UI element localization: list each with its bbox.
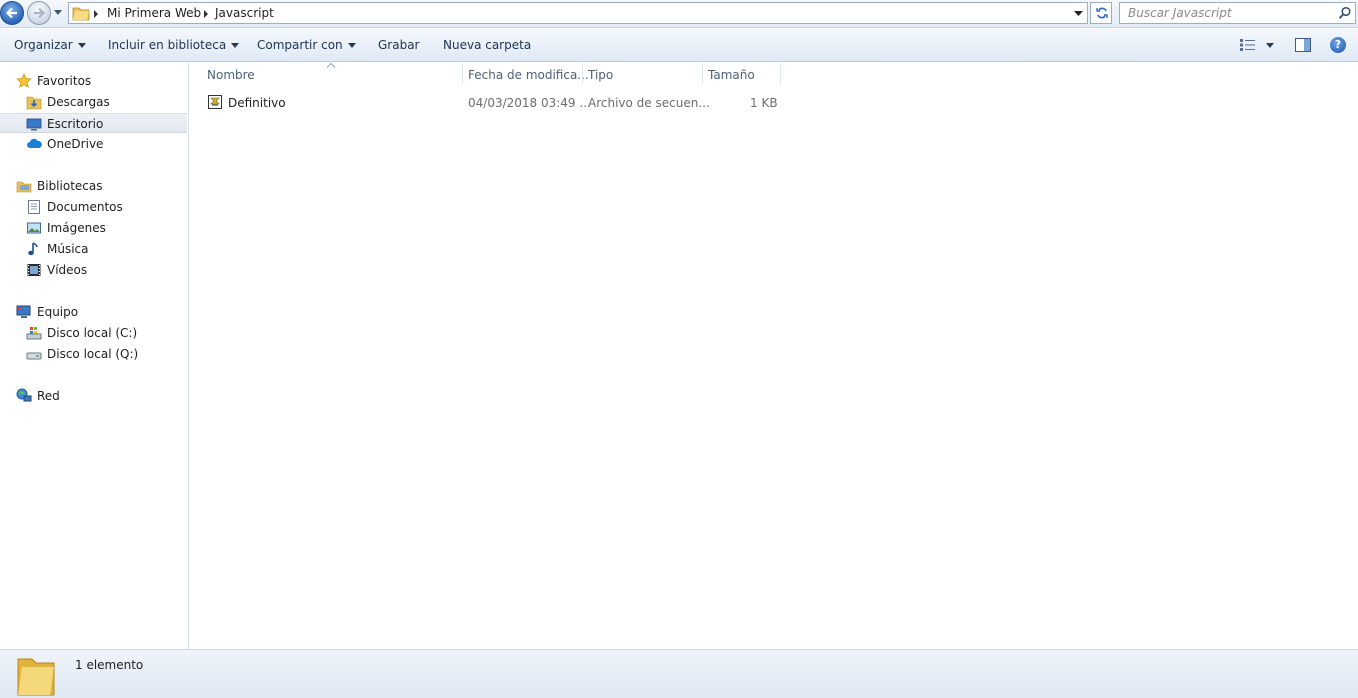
file-row[interactable]: Definitivo 04/03/2018 03:49 ... Archivo …	[204, 93, 782, 113]
system-drive-icon	[26, 327, 42, 340]
videos-icon	[27, 264, 41, 276]
nav-item-label: Documentos	[47, 200, 123, 214]
refresh-button[interactable]	[1090, 2, 1112, 24]
column-header-label: Nombre	[207, 68, 255, 82]
nav-favorites[interactable]: Favoritos	[0, 71, 187, 91]
arrow-left-icon	[5, 7, 17, 19]
navigation-pane: Favoritos Descargas Escritorio OneDrive …	[0, 63, 189, 649]
nav-item-label: Disco local (Q:)	[47, 347, 139, 361]
chevron-right-icon[interactable]	[203, 10, 209, 18]
column-header-size[interactable]: Tamaño	[703, 63, 781, 85]
column-header-name[interactable]: Nombre	[190, 63, 463, 85]
share-with-button[interactable]: Compartir con	[257, 38, 356, 52]
nav-item-videos[interactable]: Vídeos	[0, 260, 187, 280]
organize-label: Organizar	[14, 38, 73, 52]
nav-item-documentos[interactable]: Documentos	[0, 197, 187, 217]
libraries-icon	[16, 181, 32, 193]
item-count: 1 elemento	[75, 658, 144, 672]
column-header-date[interactable]: Fecha de modifica...	[463, 63, 589, 85]
include-library-button[interactable]: Incluir en biblioteca	[108, 38, 240, 52]
new-folder-button[interactable]: Nueva carpeta	[443, 38, 531, 52]
organize-button[interactable]: Organizar	[14, 38, 86, 52]
search-input[interactable]	[1120, 3, 1320, 23]
nav-item-label: OneDrive	[47, 137, 104, 151]
nav-item-descargas[interactable]: Descargas	[0, 92, 187, 112]
network-icon	[16, 388, 32, 402]
pictures-icon	[27, 222, 41, 234]
burn-button[interactable]: Grabar	[378, 38, 420, 52]
file-size: 1 KB	[750, 96, 778, 110]
search-box[interactable]	[1119, 2, 1356, 24]
nav-item-label: Imágenes	[47, 221, 106, 235]
computer-icon	[16, 305, 31, 318]
address-bar[interactable]: Mi Primera Web Javascript	[68, 2, 1088, 24]
command-toolbar: Organizar Incluir en biblioteca Comparti…	[0, 29, 1358, 62]
nav-libraries[interactable]: Bibliotecas	[0, 176, 187, 196]
nav-libraries-label: Bibliotecas	[37, 179, 103, 193]
cloud-icon	[27, 138, 42, 148]
caret-down-icon	[347, 43, 356, 48]
file-list: Nombre Fecha de modifica... Tipo Tamaño …	[190, 63, 1358, 649]
search-icon[interactable]	[1338, 6, 1352, 20]
nav-computer[interactable]: Equipo	[0, 302, 187, 322]
view-dropdown-icon[interactable]	[1266, 43, 1274, 48]
preview-pane-icon[interactable]	[1295, 38, 1311, 52]
column-header-label: Tipo	[588, 68, 614, 82]
arrow-right-icon	[34, 7, 46, 19]
file-name: Definitivo	[228, 96, 286, 110]
nav-item-musica[interactable]: Música	[0, 239, 187, 259]
nav-item-label: Vídeos	[47, 263, 88, 277]
breadcrumb-item[interactable]: Mi Primera Web	[107, 6, 201, 20]
nav-network[interactable]: Red	[0, 386, 187, 406]
documents-icon	[28, 200, 40, 214]
history-dropdown-icon[interactable]	[53, 9, 63, 17]
nav-item-label: Escritorio	[47, 117, 104, 131]
share-with-label: Compartir con	[257, 38, 343, 52]
address-dropdown-icon[interactable]	[1074, 10, 1083, 17]
address-bar-row: Mi Primera Web Javascript	[0, 0, 1358, 28]
drive-icon	[26, 352, 42, 360]
include-library-label: Incluir en biblioteca	[108, 38, 227, 52]
details-pane: 1 elemento	[0, 649, 1358, 698]
back-button[interactable]	[0, 1, 24, 25]
nav-item-label: Descargas	[47, 95, 110, 109]
column-header-label: Fecha de modifica...	[468, 68, 589, 82]
music-icon	[28, 242, 38, 256]
caret-down-icon	[77, 43, 86, 48]
help-icon[interactable]: ?	[1330, 37, 1346, 53]
nav-item-label: Música	[47, 242, 89, 256]
nav-favorites-label: Favoritos	[37, 74, 92, 88]
nav-network-label: Red	[37, 389, 60, 403]
star-icon	[16, 73, 32, 88]
chevron-right-icon[interactable]	[93, 10, 99, 18]
nav-item-label: Disco local (C:)	[47, 326, 138, 340]
view-options-icon[interactable]	[1240, 39, 1256, 51]
folder-icon	[17, 658, 55, 696]
breadcrumb-item[interactable]: Javascript	[215, 6, 274, 20]
nav-computer-label: Equipo	[37, 305, 79, 319]
folder-icon	[72, 7, 90, 21]
desktop-icon	[26, 118, 42, 131]
forward-button[interactable]	[27, 1, 51, 25]
nav-item-disk-c[interactable]: Disco local (C:)	[0, 323, 187, 343]
caret-down-icon	[231, 43, 240, 48]
column-header-label: Tamaño	[708, 68, 755, 82]
column-header-type[interactable]: Tipo	[583, 63, 703, 85]
refresh-icon	[1096, 7, 1108, 19]
file-date: 04/03/2018 03:49 ...	[468, 96, 591, 110]
column-divider[interactable]	[780, 63, 781, 85]
nav-item-imagenes[interactable]: Imágenes	[0, 218, 187, 238]
nav-item-onedrive[interactable]: OneDrive	[0, 134, 187, 154]
nav-item-disk-q[interactable]: Disco local (Q:)	[0, 344, 187, 364]
nav-item-escritorio[interactable]: Escritorio	[0, 113, 187, 133]
file-type: Archivo de secuen...	[588, 96, 710, 110]
batch-file-icon	[208, 95, 222, 109]
downloads-folder-icon	[26, 96, 42, 110]
